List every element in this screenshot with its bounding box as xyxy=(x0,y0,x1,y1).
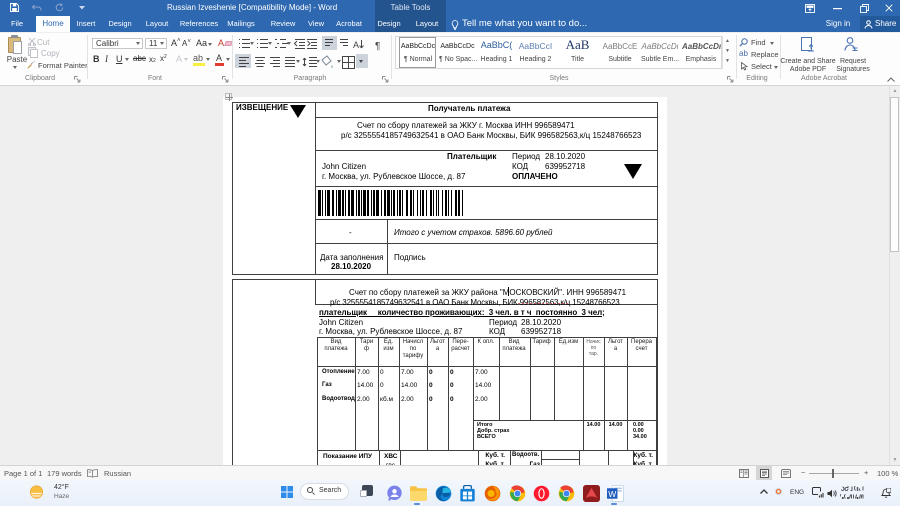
svg-text:A: A xyxy=(353,40,359,50)
svg-text:¶: ¶ xyxy=(375,41,380,52)
svg-text:W: W xyxy=(608,489,616,499)
